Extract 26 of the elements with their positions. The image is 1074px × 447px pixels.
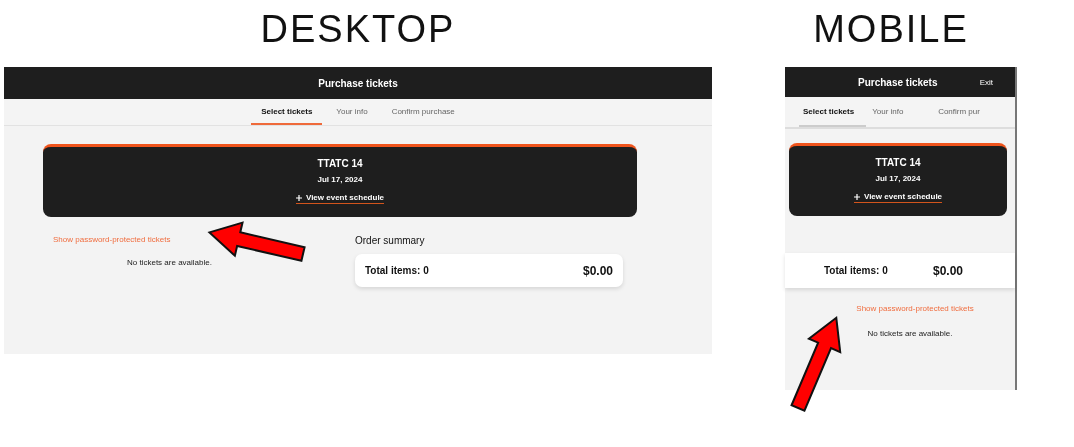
header-title: Purchase tickets [858, 76, 938, 88]
event-name: TTATC 14 [317, 158, 363, 169]
step-tab[interactable]: Select tickets [251, 99, 323, 125]
plus-icon [853, 193, 860, 200]
total-amount: $0.00 [932, 263, 963, 278]
view-schedule-link[interactable]: View event schedule [295, 193, 385, 204]
step-tab[interactable]: Confirm pur [934, 97, 999, 127]
total-amount: $0.00 [582, 263, 613, 278]
total-items: Total items: 0 [365, 265, 429, 276]
view-heading: MOBILE [812, 7, 970, 52]
total-items: Total items: 0 [824, 265, 888, 276]
order-summary-title: Order summary [355, 235, 426, 246]
exit-link[interactable]: Exit [979, 78, 993, 87]
event-date: Jul 17, 2024 [875, 174, 921, 183]
step-tab[interactable]: Select tickets [799, 97, 867, 127]
event-name: TTATC 14 [875, 157, 921, 168]
view-heading: DESKTOP [259, 7, 457, 52]
header-title: Purchase tickets [318, 77, 398, 89]
plus-icon [295, 194, 302, 201]
step-tab[interactable]: Your info [326, 99, 378, 125]
step-tab[interactable]: Your info [868, 97, 933, 127]
view-schedule-link[interactable]: View event schedule [853, 192, 943, 203]
empty-message: No tickets are available. [867, 329, 953, 338]
empty-message: No tickets are available. [127, 258, 213, 267]
event-date: Jul 17, 2024 [317, 175, 363, 184]
step-tab[interactable]: Confirm purchase [381, 99, 465, 125]
